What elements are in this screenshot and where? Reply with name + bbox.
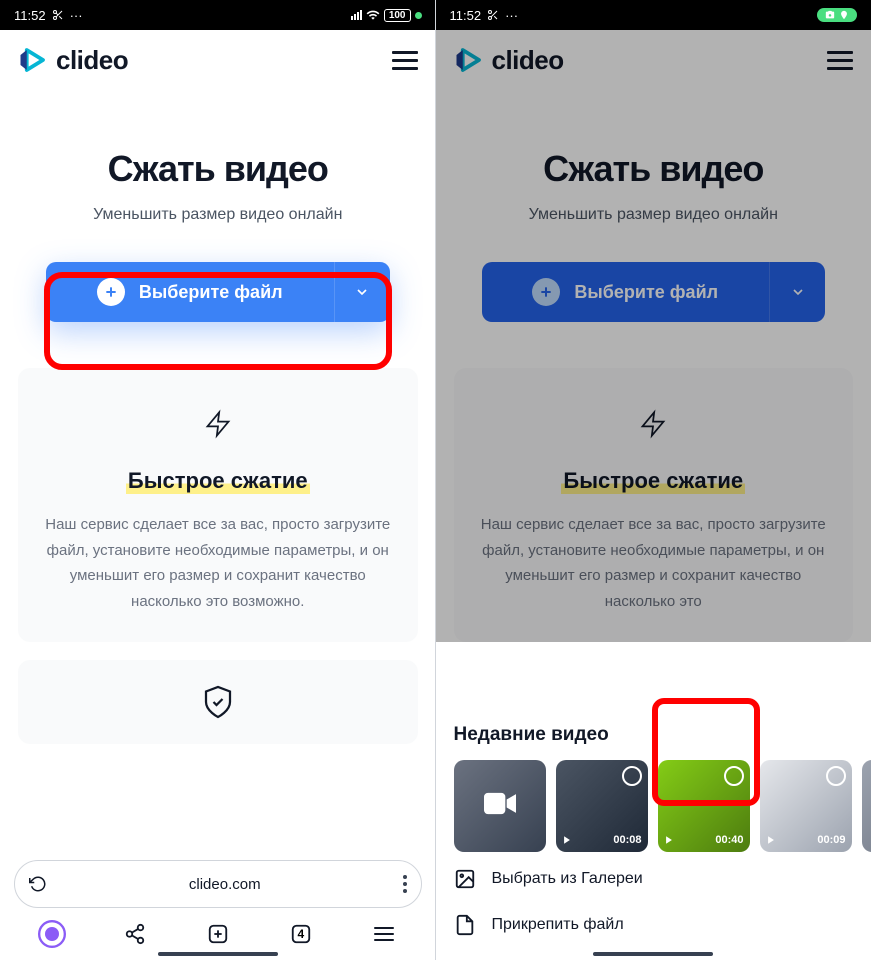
plus-icon [97,278,125,306]
share-button[interactable] [118,917,152,951]
camera-tile[interactable] [454,760,546,852]
dropdown-toggle[interactable] [769,262,825,322]
feature-title: Быстрое сжатие [561,468,745,494]
dropdown-toggle[interactable] [334,262,390,322]
gallery-label: Выбрать из Галереи [492,870,643,888]
ellipsis-icon: ··· [70,8,83,23]
file-icon [454,914,476,936]
feature-card: Быстрое сжатие Наш сервис сделает все за… [454,368,854,642]
wifi-icon [366,8,380,22]
reload-icon[interactable] [29,875,47,893]
gallery-option[interactable]: Выбрать из Галереи [436,852,871,898]
app-header: clideo [436,30,871,90]
browser-menu-button[interactable] [403,875,407,893]
video-thumbnail[interactable]: 00:09 [760,760,852,852]
choose-file-label: Выберите файл [139,282,283,303]
lightning-icon [204,404,232,444]
play-icon [562,835,572,845]
chevron-down-icon [354,284,370,300]
battery-icon: 100 [384,9,411,22]
camera-icon [484,792,516,816]
shield-icon [200,684,236,720]
feature-text: Наш сервис сделает все за вас, просто за… [42,512,394,614]
feature-title: Быстрое сжатие [126,468,310,494]
status-bar: 11:52 ··· [436,0,871,30]
video-duration: 00:09 [817,834,845,846]
sheet-title: Недавние видео [436,724,871,760]
browser-url: clideo.com [59,876,391,893]
signal-icon [351,10,362,20]
play-icon [18,45,48,75]
play-icon [454,45,484,75]
permission-pill [817,8,857,22]
video-duration: 00:08 [613,834,641,846]
tabs-button[interactable]: 4 [284,917,318,951]
chevron-down-icon [790,284,806,300]
image-icon [454,868,476,890]
hero-section: Сжать видео Уменьшить размер видео онлай… [0,90,436,244]
menu-button[interactable] [392,51,418,70]
ellipsis-icon: ··· [505,8,518,23]
page-subtitle: Уменьшить размер видео онлайн [30,206,406,224]
home-indicator [158,952,278,956]
home-indicator [593,952,713,956]
recent-videos-row: 00:08 00:40 00:09 [436,760,871,852]
video-thumbnail[interactable]: 00:40 [658,760,750,852]
page-subtitle: Уменьшить размер видео онлайн [466,206,842,224]
video-thumbnail[interactable]: 00:08 [556,760,648,852]
brand-name: clideo [492,45,564,76]
video-thumbnail[interactable] [862,760,871,852]
choose-file-label: Выберите файл [574,282,718,303]
feature-card: Быстрое сжатие Наш сервис сделает все за… [18,368,418,642]
selection-circle [724,766,744,786]
hero-section: Сжать видео Уменьшить размер видео онлай… [436,90,871,244]
status-dot [415,12,422,19]
lightning-icon [639,404,667,444]
scissors-icon [52,9,64,21]
status-time: 11:52 [14,8,46,23]
play-icon [664,835,674,845]
browser-address-bar[interactable]: clideo.com [14,860,422,908]
selection-circle [826,766,846,786]
nav-menu-button[interactable] [367,917,401,951]
menu-button[interactable] [827,51,853,70]
page-title: Сжать видео [30,148,406,190]
feature-text: Наш сервис сделает все за вас, просто за… [478,512,830,614]
home-button[interactable] [35,917,69,951]
attach-option[interactable]: Прикрепить файл [436,898,871,944]
new-tab-button[interactable] [201,917,235,951]
play-icon [766,835,776,845]
scissors-icon [487,9,499,21]
plus-icon [532,278,560,306]
video-duration: 00:40 [715,834,743,846]
file-picker-sheet: Недавние видео 00:08 00:40 [436,706,871,960]
app-header: clideo [0,30,436,90]
attach-label: Прикрепить файл [492,916,624,934]
tabs-count: 4 [297,927,304,941]
selection-circle [622,766,642,786]
brand-logo[interactable]: clideo [18,45,128,76]
choose-file-button[interactable]: Выберите файл [46,262,390,322]
status-time: 11:52 [450,8,482,23]
brand-logo[interactable]: clideo [454,45,564,76]
brand-name: clideo [56,45,128,76]
page-title: Сжать видео [466,148,842,190]
choose-file-button[interactable]: Выберите файл [482,262,826,322]
feature-card-2 [18,660,418,744]
status-bar: 11:52 ··· 100 [0,0,436,30]
